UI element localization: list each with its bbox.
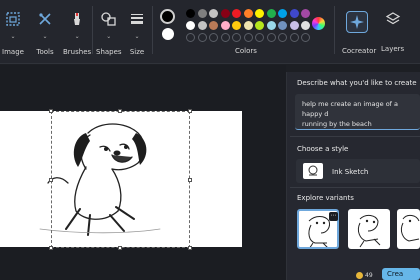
size-tool[interactable]: ⌄ Size xyxy=(126,8,148,56)
brushes-tool[interactable]: ⌄ Brushes xyxy=(63,8,91,56)
color-swatch[interactable] xyxy=(220,21,230,30)
layers-icon xyxy=(382,8,404,30)
shapes-label: Shapes xyxy=(96,48,122,56)
ribbon-toolbar: ⌄ Image ⌄ Tools ⌄ Brushes ⌄ Shapes ⌄ Siz… xyxy=(0,0,420,64)
custom-color-slot[interactable] xyxy=(209,33,218,42)
style-title: Choose a style xyxy=(297,145,349,153)
custom-color-slot[interactable] xyxy=(289,33,299,42)
custom-color-slot[interactable] xyxy=(186,33,195,42)
color-swatch[interactable] xyxy=(186,9,195,18)
chevron-down-icon: ⌄ xyxy=(134,33,140,40)
variants-title: Explore variants xyxy=(297,194,354,202)
more-options-icon[interactable]: ⋯ xyxy=(329,212,338,221)
resize-handle[interactable] xyxy=(118,246,122,250)
color-swatch[interactable] xyxy=(232,9,241,18)
resize-handle[interactable] xyxy=(49,109,53,113)
selection-box[interactable] xyxy=(49,109,192,250)
shapes-icon xyxy=(98,8,120,30)
custom-color-slot[interactable] xyxy=(220,33,230,42)
custom-color-slot[interactable] xyxy=(197,33,207,42)
image-select-icon xyxy=(2,8,24,30)
tools-icon xyxy=(34,8,56,30)
style-name: Ink Sketch xyxy=(332,168,369,176)
color-swatch[interactable] xyxy=(232,21,241,30)
layers-label: Layers xyxy=(381,45,405,53)
color-swatch[interactable] xyxy=(243,21,253,30)
divider xyxy=(334,6,335,54)
color-swatch[interactable] xyxy=(209,9,218,18)
color-swatch[interactable] xyxy=(278,21,287,30)
shapes-tool[interactable]: ⌄ Shapes xyxy=(96,8,122,56)
color-swatch[interactable] xyxy=(266,9,276,18)
divider xyxy=(290,187,420,188)
custom-color-slot[interactable] xyxy=(278,33,287,42)
size-icon xyxy=(126,8,148,30)
custom-color-slot[interactable] xyxy=(232,33,241,42)
prompt-line: running by the beach xyxy=(302,120,372,128)
tools-label: Tools xyxy=(36,48,54,56)
color-swatch[interactable] xyxy=(220,9,230,18)
resize-handle[interactable] xyxy=(188,109,192,113)
divider xyxy=(290,136,420,137)
divider xyxy=(92,6,93,54)
colors-label: Colors xyxy=(235,47,257,55)
color-swatch[interactable] xyxy=(289,9,299,18)
custom-color-slot[interactable] xyxy=(266,33,276,42)
chevron-down-icon: ⌄ xyxy=(106,33,112,40)
color-swatch[interactable] xyxy=(289,21,299,30)
describe-title: Describe what you'd like to create xyxy=(297,79,417,87)
prompt-line: help me create an image of a happy d xyxy=(302,100,399,118)
color-swatch[interactable] xyxy=(197,9,207,18)
cocreator-button[interactable] xyxy=(346,11,368,33)
color-swatch[interactable] xyxy=(255,21,264,30)
chevron-down-icon: ⌄ xyxy=(10,33,16,40)
resize-handle[interactable] xyxy=(49,246,53,250)
resize-handle[interactable] xyxy=(188,246,192,250)
color-swatch[interactable] xyxy=(209,21,218,30)
cocreator-label: Cocreator xyxy=(342,47,377,55)
custom-color-slot[interactable] xyxy=(243,33,253,42)
divider xyxy=(152,6,153,54)
color-swatch[interactable] xyxy=(301,21,310,30)
credits-count: 49 xyxy=(365,272,373,279)
image-tool[interactable]: ⌄ Image xyxy=(2,8,24,56)
layers-tool[interactable]: Layers xyxy=(381,8,404,53)
custom-color-slot[interactable] xyxy=(255,33,264,42)
size-label: Size xyxy=(129,48,145,56)
resize-handle[interactable] xyxy=(118,109,122,113)
coin-icon xyxy=(356,272,363,279)
resize-handle[interactable] xyxy=(49,178,53,182)
credits-display: 49 xyxy=(356,272,373,279)
image-label: Image xyxy=(2,48,24,56)
variant-thumbnail[interactable] xyxy=(397,209,420,249)
primary-color[interactable] xyxy=(160,9,175,24)
custom-color-slot[interactable] xyxy=(301,33,310,42)
tools-tool[interactable]: ⌄ Tools xyxy=(34,8,56,56)
color-swatch[interactable] xyxy=(301,9,310,18)
color-swatch[interactable] xyxy=(266,21,276,30)
brush-icon xyxy=(66,8,88,30)
color-swatch[interactable] xyxy=(243,9,253,18)
color-swatch[interactable] xyxy=(197,21,207,30)
color-swatch[interactable] xyxy=(278,9,287,18)
style-thumbnail xyxy=(303,163,323,179)
variant-thumbnail[interactable] xyxy=(348,209,390,249)
prompt-text: help me create an image of a happy d run… xyxy=(302,99,420,129)
create-button[interactable]: Crea xyxy=(382,268,420,280)
brushes-label: Brushes xyxy=(63,48,92,56)
secondary-color[interactable] xyxy=(162,28,174,40)
edit-colors-icon[interactable] xyxy=(312,17,325,30)
color-swatch[interactable] xyxy=(186,21,195,30)
cocreator-icon xyxy=(350,15,364,29)
color-swatch[interactable] xyxy=(255,9,264,18)
chevron-down-icon: ⌄ xyxy=(74,33,80,40)
chevron-down-icon: ⌄ xyxy=(42,33,48,40)
resize-handle[interactable] xyxy=(188,178,192,182)
